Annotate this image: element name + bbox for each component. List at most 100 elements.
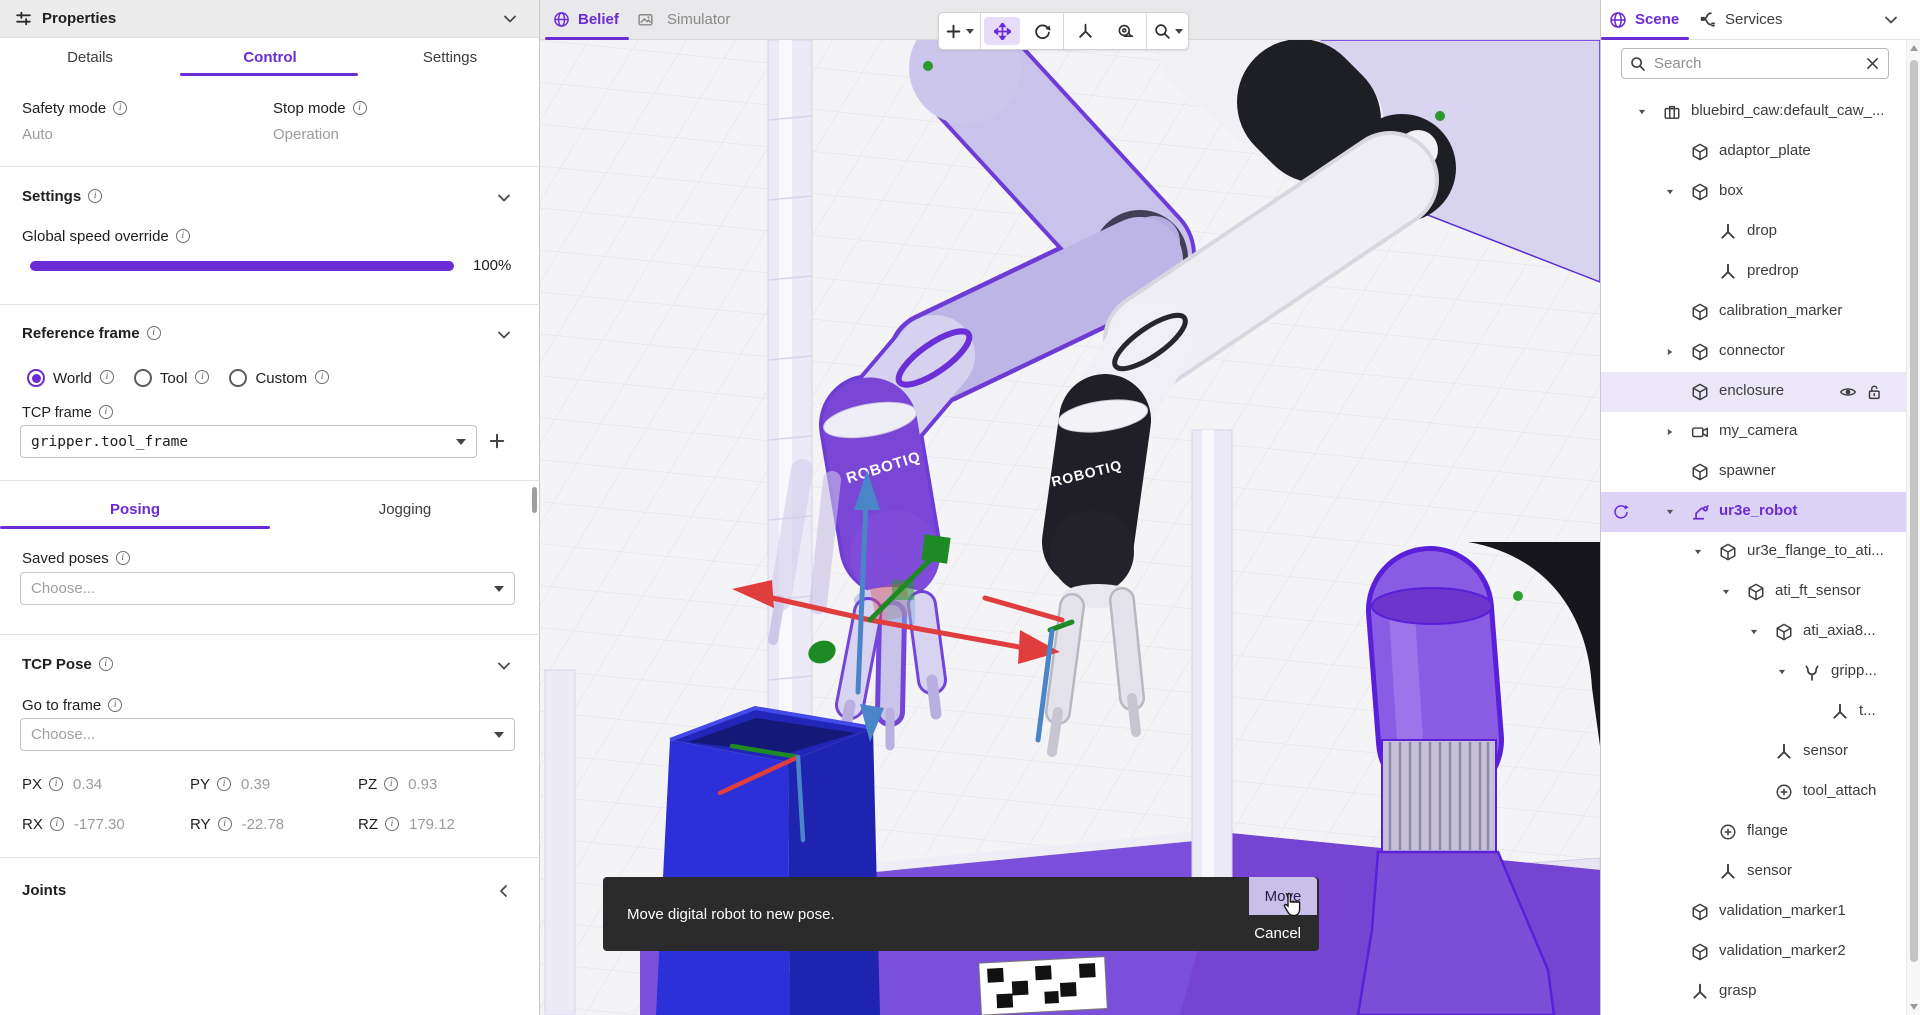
info-icon[interactable] bbox=[315, 370, 329, 384]
safety-mode-label: Safety mode bbox=[22, 100, 127, 117]
info-icon[interactable] bbox=[384, 777, 398, 791]
info-icon[interactable] bbox=[113, 101, 127, 115]
caret-right-icon[interactable] bbox=[1665, 427, 1675, 437]
speed-slider[interactable] bbox=[30, 261, 454, 271]
radio-world[interactable]: World bbox=[27, 369, 114, 387]
tree-row-flange[interactable]: flange bbox=[1601, 812, 1907, 852]
radio-custom[interactable]: Custom bbox=[229, 369, 329, 387]
caret-down-icon[interactable] bbox=[1665, 187, 1675, 197]
tree-row-gripp[interactable]: gripp... bbox=[1601, 652, 1907, 692]
caret-down-icon[interactable] bbox=[1721, 587, 1731, 597]
panel-chevron-icon[interactable] bbox=[1883, 12, 1899, 28]
tab-scene[interactable]: Scene bbox=[1609, 0, 1689, 40]
info-icon[interactable] bbox=[99, 405, 113, 419]
info-icon[interactable] bbox=[353, 101, 367, 115]
tree-row-connector[interactable]: connector bbox=[1601, 332, 1907, 372]
tab-details[interactable]: Details bbox=[0, 38, 180, 76]
caret-down-icon[interactable] bbox=[1637, 107, 1647, 117]
3d-scene[interactable]: ROBOTIQ bbox=[540, 40, 1600, 1015]
radio-icon[interactable] bbox=[229, 369, 247, 387]
tree-row-tool-attach[interactable]: tool_attach bbox=[1601, 772, 1907, 812]
tree-row-spawner[interactable]: spawner bbox=[1601, 452, 1907, 492]
settings-collapse-icon[interactable] bbox=[496, 190, 512, 206]
tree-row-calibration-marker[interactable]: calibration_marker bbox=[1601, 292, 1907, 332]
tree-row-validation-marker2[interactable]: validation_marker2 bbox=[1601, 932, 1907, 972]
info-icon[interactable] bbox=[147, 326, 161, 340]
tcp-frame-select[interactable]: gripper.tool_frame bbox=[20, 425, 477, 458]
tree-row-sensor[interactable]: sensor bbox=[1601, 732, 1907, 772]
right-panel-scrollbar[interactable] bbox=[1906, 40, 1920, 1015]
info-icon[interactable] bbox=[50, 817, 64, 831]
frame-tool-button[interactable] bbox=[1067, 17, 1103, 45]
tree-row-sensor[interactable]: sensor bbox=[1601, 852, 1907, 892]
radio-icon[interactable] bbox=[134, 369, 152, 387]
caret-down-icon[interactable] bbox=[1777, 667, 1787, 677]
add-tcp-frame-button[interactable] bbox=[488, 432, 506, 450]
radio-icon[interactable] bbox=[27, 369, 45, 387]
tree-row-ur3e-robot[interactable]: ur3e_robot bbox=[1601, 492, 1907, 532]
info-icon[interactable] bbox=[99, 657, 113, 671]
collapse-panel-icon[interactable] bbox=[502, 11, 518, 27]
move-tool-button[interactable] bbox=[984, 17, 1020, 45]
tree-row-ati-axia8[interactable]: ati_axia8... bbox=[1601, 612, 1907, 652]
info-icon[interactable] bbox=[108, 698, 122, 712]
info-icon[interactable] bbox=[100, 370, 114, 384]
joints-expand-icon[interactable] bbox=[496, 883, 512, 899]
measure-tool-button[interactable] bbox=[1107, 17, 1143, 45]
info-icon[interactable] bbox=[176, 229, 190, 243]
caret-down-icon[interactable] bbox=[1749, 627, 1759, 637]
plus-tool-button[interactable] bbox=[941, 17, 977, 45]
tab-settings[interactable]: Settings bbox=[360, 38, 540, 76]
tab-jogging[interactable]: Jogging bbox=[270, 492, 540, 526]
reference-frame-collapse-icon[interactable] bbox=[496, 327, 512, 343]
clear-search-icon[interactable] bbox=[1865, 56, 1880, 71]
tab-services[interactable]: Services bbox=[1698, 0, 1798, 40]
zoom-tool-button[interactable] bbox=[1150, 17, 1186, 45]
info-icon[interactable] bbox=[385, 817, 399, 831]
left-panel-scrollbar[interactable] bbox=[532, 487, 537, 513]
tcp-pose-collapse-icon[interactable] bbox=[496, 658, 512, 674]
scroll-up-icon[interactable] bbox=[1910, 45, 1918, 51]
goto-frame-select[interactable]: Choose... bbox=[20, 718, 515, 751]
info-icon[interactable] bbox=[49, 777, 63, 791]
tree-row-t[interactable]: t... bbox=[1601, 692, 1907, 732]
info-icon[interactable] bbox=[116, 551, 130, 565]
tree-row-grasp[interactable]: grasp bbox=[1601, 972, 1907, 1012]
saved-poses-label: Saved poses bbox=[22, 550, 130, 567]
info-icon[interactable] bbox=[88, 189, 102, 203]
tree-row-my-camera[interactable]: my_camera bbox=[1601, 412, 1907, 452]
tree-row-enclosure[interactable]: enclosure bbox=[1601, 372, 1907, 412]
info-icon[interactable] bbox=[218, 817, 232, 831]
tree-row-adaptor-plate[interactable]: adaptor_plate bbox=[1601, 132, 1907, 172]
caret-down-icon[interactable] bbox=[1665, 507, 1675, 517]
tree-row-validation-marker1[interactable]: validation_marker1 bbox=[1601, 892, 1907, 932]
posing-tab-underline bbox=[0, 526, 270, 529]
tree-row-predrop[interactable]: predrop bbox=[1601, 252, 1907, 292]
cancel-button[interactable]: Cancel bbox=[1248, 922, 1307, 944]
tab-simulator[interactable]: Simulator bbox=[635, 0, 745, 40]
caret-down-icon[interactable] bbox=[1693, 547, 1703, 557]
caret-down-icon[interactable] bbox=[966, 29, 974, 34]
orbit-tool-button[interactable] bbox=[1024, 17, 1060, 45]
tree-row-ur3e-flange-to-ati[interactable]: ur3e_flange_to_ati... bbox=[1601, 532, 1907, 572]
sync-icon[interactable] bbox=[1613, 504, 1629, 520]
scrollbar-thumb[interactable] bbox=[1910, 60, 1918, 962]
caret-right-icon[interactable] bbox=[1665, 347, 1675, 357]
eye-icon[interactable] bbox=[1839, 383, 1857, 401]
tcp-pose-header: TCP Pose bbox=[22, 656, 113, 673]
tab-posing[interactable]: Posing bbox=[0, 492, 270, 526]
saved-poses-select[interactable]: Choose... bbox=[20, 572, 515, 605]
tab-control[interactable]: Control bbox=[180, 38, 360, 76]
scroll-down-icon[interactable] bbox=[1910, 1004, 1918, 1010]
info-icon[interactable] bbox=[195, 370, 209, 384]
tab-belief[interactable]: Belief bbox=[545, 0, 629, 40]
tree-row-drop[interactable]: drop bbox=[1601, 212, 1907, 252]
tree-row-bluebird-caw-default-caw[interactable]: bluebird_caw:default_caw_... bbox=[1601, 92, 1907, 132]
tree-row-ati-ft-sensor[interactable]: ati_ft_sensor bbox=[1601, 572, 1907, 612]
search-box[interactable]: Search bbox=[1621, 48, 1889, 79]
tree-row-box[interactable]: box bbox=[1601, 172, 1907, 212]
info-icon[interactable] bbox=[217, 777, 231, 791]
caret-down-icon[interactable] bbox=[1175, 29, 1183, 34]
lock-icon[interactable] bbox=[1865, 383, 1883, 401]
radio-tool[interactable]: Tool bbox=[134, 369, 210, 387]
